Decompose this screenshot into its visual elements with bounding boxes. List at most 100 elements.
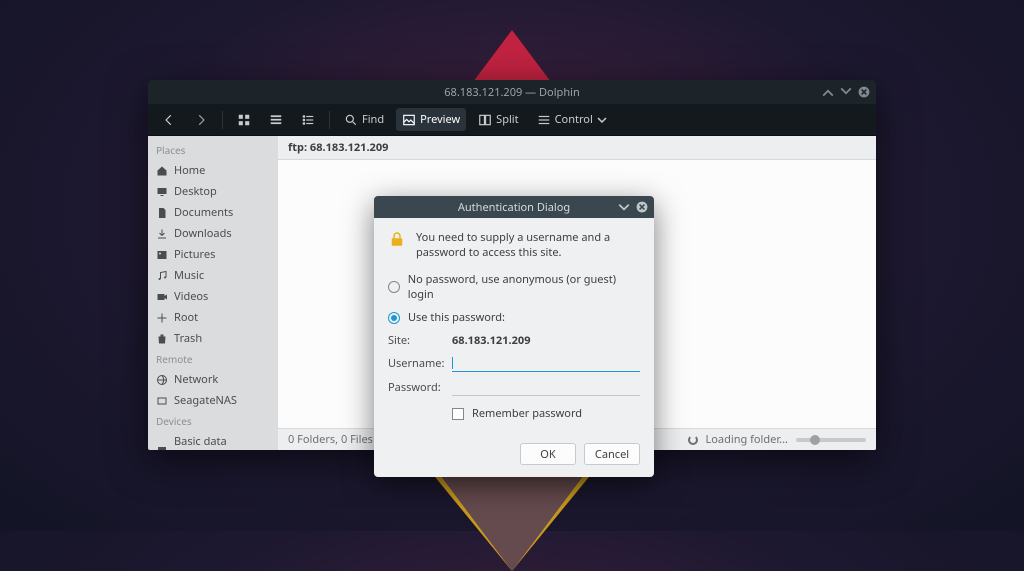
path-text: ftp: 68.183.121.209 [288, 140, 388, 155]
lock-icon [388, 230, 406, 248]
image-icon [402, 113, 416, 127]
network-icon [156, 374, 168, 386]
sidebar-item-label: Desktop [174, 184, 217, 199]
radio-anonymous[interactable] [388, 281, 400, 293]
details-icon [301, 113, 315, 127]
dialog-collapse-icon[interactable] [618, 201, 630, 213]
sidebar-item-downloads[interactable]: Downloads [148, 223, 278, 244]
view-icons-button[interactable] [231, 109, 257, 131]
video-icon [156, 291, 168, 303]
sidebar-item-label: Network [174, 372, 218, 387]
preview-label: Preview [420, 112, 460, 127]
dialog-titlebar: Authentication Dialog [374, 196, 654, 218]
places-header: Places [148, 140, 278, 160]
remote-header: Remote [148, 349, 278, 369]
zoom-slider[interactable] [796, 438, 866, 442]
home-icon [156, 165, 168, 177]
split-label: Split [496, 112, 518, 127]
split-icon [478, 113, 492, 127]
back-button[interactable] [156, 109, 182, 131]
view-details-button[interactable] [295, 109, 321, 131]
preview-button[interactable]: Preview [396, 108, 466, 131]
list-icon [269, 113, 283, 127]
loading-spinner-icon [688, 435, 698, 445]
ok-button[interactable]: OK [520, 443, 576, 465]
sidebar-item-label: Basic data partition [174, 434, 270, 450]
sidebar-item-label: Music [174, 268, 204, 283]
toolbar-separator [329, 111, 330, 129]
password-input[interactable] [452, 378, 640, 396]
sidebar-item-label: Pictures [174, 247, 215, 262]
folder-icon [156, 312, 168, 324]
sidebar-item-seagatenas[interactable]: SeagateNAS [148, 390, 278, 411]
control-label: Control [555, 112, 593, 127]
radio-use-password[interactable] [388, 312, 400, 324]
auth-dialog: Authentication Dialog You need to supply… [374, 196, 654, 477]
status-loading: Loading folder... [706, 432, 789, 447]
forward-button[interactable] [188, 109, 214, 131]
sidebar-item-documents[interactable]: Documents [148, 202, 278, 223]
document-icon [156, 207, 168, 219]
arrow-right-icon [194, 113, 208, 127]
radio-use-password-label: Use this password: [408, 310, 505, 325]
window-close-icon[interactable] [858, 86, 870, 98]
toolbar-separator [222, 111, 223, 129]
sidebar-item-label: Root [174, 310, 198, 325]
status-count: 0 Folders, 0 Files [288, 432, 373, 447]
window-title: 68.183.121.209 — Dolphin [444, 85, 580, 100]
control-button[interactable]: Control [531, 108, 613, 131]
find-button[interactable]: Find [338, 108, 390, 131]
search-icon [344, 113, 358, 127]
sidebar-item-music[interactable]: Music [148, 265, 278, 286]
sidebar-item-root[interactable]: Root [148, 307, 278, 328]
username-input[interactable] [453, 354, 640, 372]
dialog-close-icon[interactable] [636, 201, 648, 213]
dialog-message: You need to supply a username and a pass… [416, 230, 640, 260]
sidebar-item-label: Home [174, 163, 205, 178]
site-value: 68.183.121.209 [452, 333, 530, 348]
view-compact-button[interactable] [263, 109, 289, 131]
places-panel: Places Home Desktop Documents Downloads … [148, 136, 278, 450]
cancel-button[interactable]: Cancel [584, 443, 640, 465]
sidebar-item-label: Downloads [174, 226, 232, 241]
remember-password-checkbox[interactable] [452, 408, 464, 420]
find-label: Find [362, 112, 384, 127]
username-label: Username: [388, 356, 444, 371]
remember-password-label: Remember password [472, 406, 582, 421]
arrow-left-icon [162, 113, 176, 127]
cancel-label: Cancel [595, 447, 629, 462]
sidebar-item-label: Videos [174, 289, 208, 304]
window-titlebar: 68.183.121.209 — Dolphin [148, 80, 876, 104]
sidebar-item-desktop[interactable]: Desktop [148, 181, 278, 202]
window-minimize-icon[interactable] [822, 86, 834, 98]
nas-icon [156, 395, 168, 407]
grid-icon [237, 113, 251, 127]
dialog-title: Authentication Dialog [458, 200, 570, 215]
music-icon [156, 270, 168, 282]
sidebar-item-label: SeagateNAS [174, 393, 237, 408]
sidebar-item-trash[interactable]: Trash [148, 328, 278, 349]
menu-icon [537, 113, 551, 127]
sidebar-item-label: Trash [174, 331, 202, 346]
site-label: Site: [388, 333, 444, 348]
ok-label: OK [540, 447, 555, 462]
path-bar[interactable]: ftp: 68.183.121.209 [278, 136, 876, 160]
download-icon [156, 228, 168, 240]
split-button[interactable]: Split [472, 108, 524, 131]
sidebar-item-network[interactable]: Network [148, 369, 278, 390]
sidebar-item-videos[interactable]: Videos [148, 286, 278, 307]
monitor-icon [156, 186, 168, 198]
sidebar-item-device[interactable]: Basic data partition [148, 431, 278, 450]
trash-icon [156, 333, 168, 345]
sidebar-item-home[interactable]: Home [148, 160, 278, 181]
radio-anonymous-label: No password, use anonymous (or guest) lo… [408, 272, 640, 302]
window-maximize-icon[interactable] [840, 86, 852, 98]
toolbar: Find Preview Split Control [148, 104, 876, 136]
sidebar-item-pictures[interactable]: Pictures [148, 244, 278, 265]
password-label: Password: [388, 380, 444, 395]
devices-header: Devices [148, 411, 278, 431]
chevron-down-icon [597, 113, 607, 127]
drive-icon [156, 443, 168, 450]
picture-icon [156, 249, 168, 261]
sidebar-item-label: Documents [174, 205, 233, 220]
